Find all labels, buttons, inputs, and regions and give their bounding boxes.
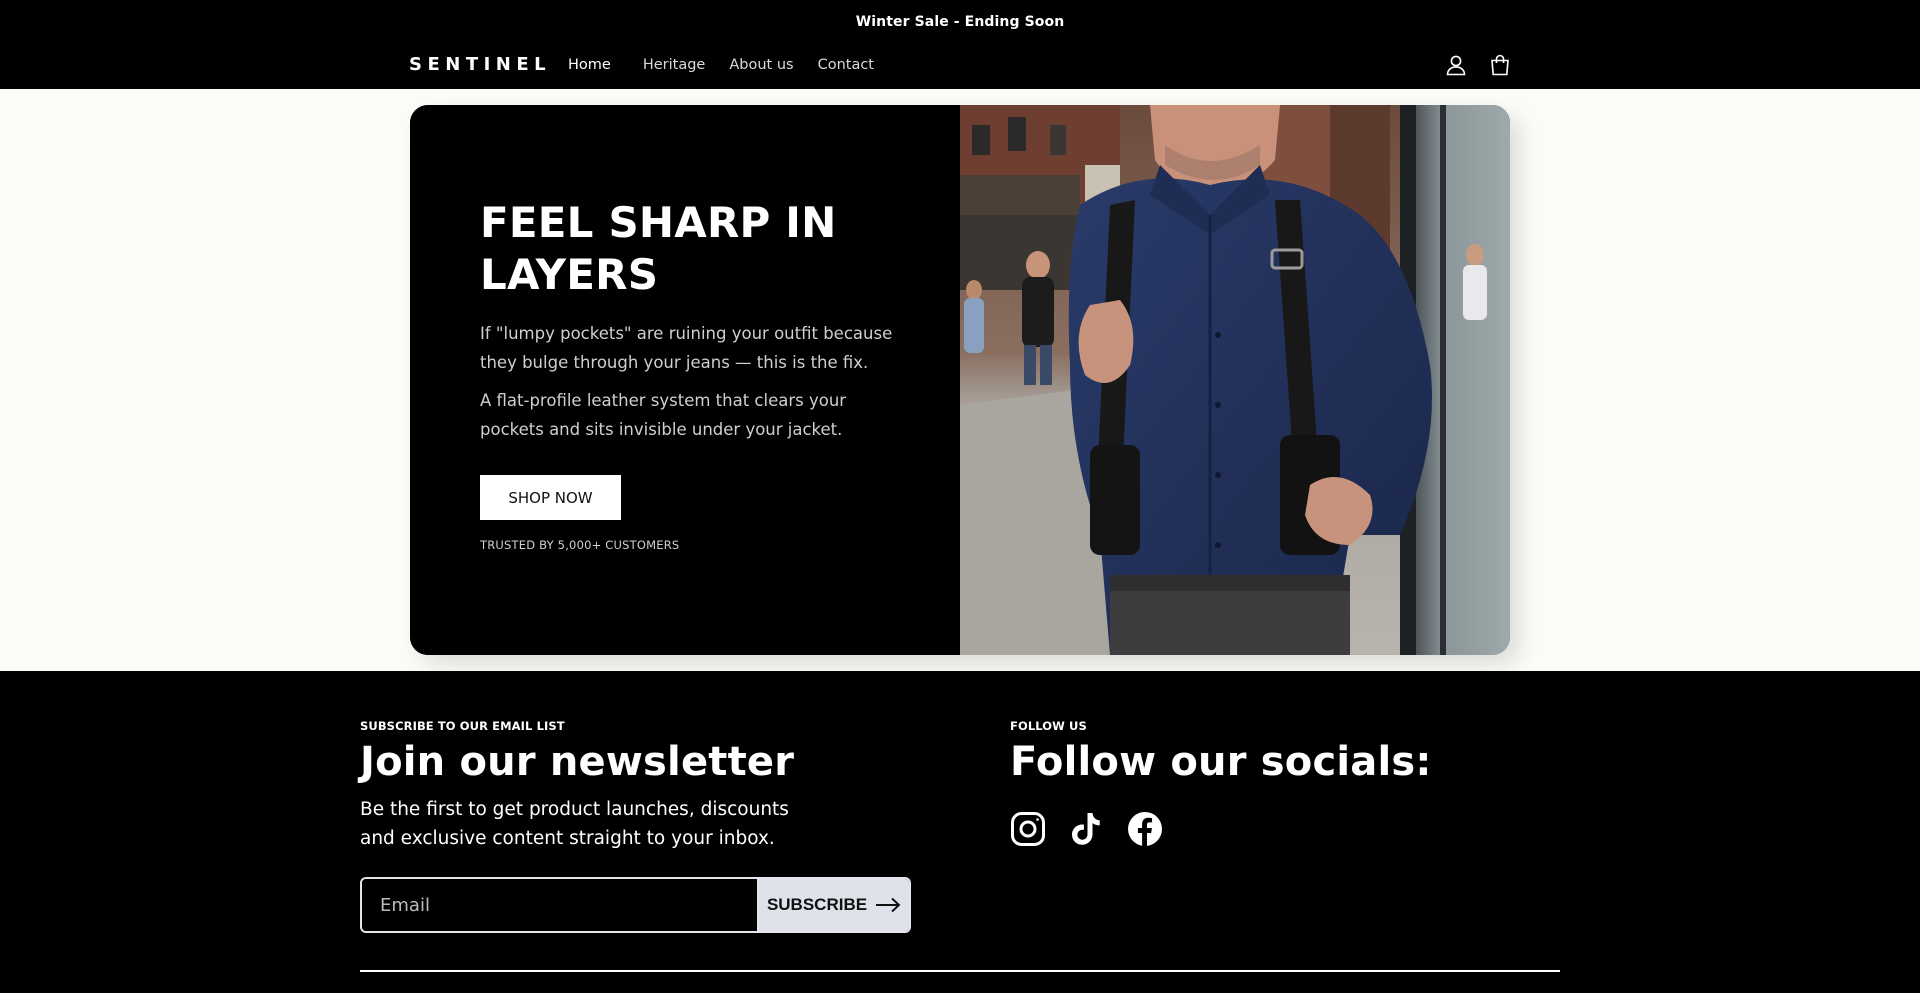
nav-contact[interactable]: Contact: [818, 57, 874, 73]
newsletter-form: SUBSCRIBE: [360, 877, 911, 933]
hero-paragraph-1: If "lumpy pockets" are ruining your outf…: [480, 324, 893, 372]
account-icon[interactable]: [1443, 52, 1469, 78]
hero-banner: FEEL SHARP IN LAYERS If "lumpy pockets" …: [410, 105, 1510, 655]
email-input[interactable]: [362, 879, 759, 931]
social-eyebrow: FOLLOW US: [1010, 719, 1087, 733]
trust-badge-text: TRUSTED BY 5,000+ CUSTOMERS: [480, 538, 680, 552]
hero-title: FEEL SHARP IN LAYERS: [480, 198, 837, 299]
site-logo[interactable]: SENTINEL: [409, 54, 551, 75]
newsletter-description: Be the first to get product launches, di…: [360, 799, 789, 849]
shop-now-button[interactable]: SHOP NOW: [480, 475, 621, 520]
nav-home[interactable]: Home: [568, 57, 611, 73]
arrow-right-icon: [876, 897, 901, 913]
main-nav: Home Heritage About us Contact: [568, 57, 898, 73]
hero-image: [960, 105, 1510, 655]
newsletter-title: Join our newsletter: [360, 739, 795, 785]
subscribe-button[interactable]: SUBSCRIBE: [759, 879, 909, 931]
newsletter-eyebrow: SUBSCRIBE TO OUR EMAIL LIST: [360, 719, 565, 733]
subscribe-label: SUBSCRIBE: [766, 895, 868, 914]
announcement-text: Winter Sale - Ending Soon: [855, 14, 1065, 30]
facebook-icon[interactable]: [1127, 811, 1163, 847]
cart-icon[interactable]: [1487, 52, 1513, 78]
social-title: Follow our socials:: [1010, 739, 1432, 785]
hero-text-panel: FEEL SHARP IN LAYERS If "lumpy pockets" …: [410, 105, 960, 655]
instagram-icon[interactable]: [1010, 811, 1046, 847]
hero-paragraph-2: A flat-profile leather system that clear…: [480, 391, 847, 439]
footer-divider: [360, 970, 1560, 972]
site-header: SENTINEL Home Heritage About us Contact: [0, 44, 1920, 89]
announcement-bar: Winter Sale - Ending Soon: [0, 0, 1920, 44]
tiktok-icon[interactable]: [1068, 811, 1104, 847]
nav-about-us[interactable]: About us: [729, 57, 793, 73]
site-footer: SUBSCRIBE TO OUR EMAIL LIST Join our new…: [0, 671, 1920, 993]
nav-heritage[interactable]: Heritage: [643, 57, 706, 73]
